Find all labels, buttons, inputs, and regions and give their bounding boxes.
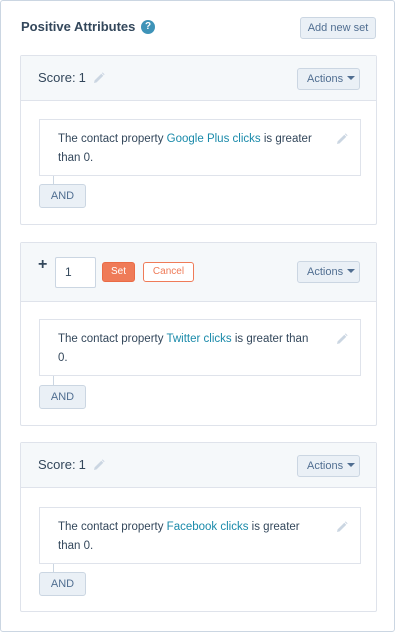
score-input[interactable]: 1 xyxy=(55,257,96,288)
caret-down-icon xyxy=(347,463,356,467)
rule-prefix: The contact property xyxy=(58,521,167,533)
attribute-set-1: Score: 1 Actions The contact property Goo… xyxy=(20,55,377,225)
set-header: Score: 1 Actions xyxy=(21,443,376,488)
attribute-set-2: + 1 Set Cancel Actions The contact prope… xyxy=(20,242,377,426)
cancel-button[interactable]: Cancel xyxy=(143,262,194,282)
rule-connector xyxy=(53,176,54,184)
rule-card: The contact property Google Plus clicks … xyxy=(39,119,361,176)
set-header: Score: 1 Actions xyxy=(21,56,376,101)
property-link[interactable]: Google Plus clicks xyxy=(167,133,261,145)
score-label: Score: xyxy=(38,70,76,85)
add-new-set-button[interactable]: Add new set xyxy=(300,17,376,39)
rule-suffix: . xyxy=(89,152,94,164)
set-button[interactable]: Set xyxy=(102,262,135,282)
rule-card: The contact property Twitter clicks is g… xyxy=(39,319,361,376)
actions-dropdown[interactable]: Actions xyxy=(297,68,360,90)
rule-prefix: The contact property xyxy=(58,333,167,345)
help-icon[interactable]: ? xyxy=(141,20,155,34)
score-display: Score: 1 xyxy=(38,457,106,474)
rule-text: The contact property Facebook clicks is … xyxy=(58,518,318,556)
pencil-icon[interactable] xyxy=(336,132,348,150)
panel-title: Positive Attributes xyxy=(21,19,136,34)
rule-connector xyxy=(53,564,54,572)
rule-prefix: The contact property xyxy=(58,133,167,145)
rule-text: The contact property Twitter clicks is g… xyxy=(58,330,318,368)
caret-down-icon xyxy=(347,76,356,80)
score-value: 1 xyxy=(78,70,86,85)
property-link[interactable]: Facebook clicks xyxy=(167,521,249,533)
rule-suffix: . xyxy=(89,540,94,552)
set-header: + 1 Set Cancel Actions xyxy=(21,243,376,302)
pencil-icon[interactable] xyxy=(336,332,348,350)
pencil-icon[interactable] xyxy=(336,520,348,538)
plus-icon: + xyxy=(38,256,48,273)
actions-dropdown[interactable]: Actions xyxy=(297,455,360,477)
actions-label: Actions xyxy=(307,73,344,85)
actions-label: Actions xyxy=(307,460,344,472)
positive-attributes-panel: Positive Attributes ? Add new set Score:… xyxy=(0,0,395,632)
rule-middle: is greater than xyxy=(231,333,309,345)
attribute-set-3: Score: 1 Actions The contact property Fac… xyxy=(20,442,377,612)
and-button[interactable]: AND xyxy=(39,184,86,208)
and-button[interactable]: AND xyxy=(39,572,86,596)
property-link[interactable]: Twitter clicks xyxy=(166,333,231,345)
actions-dropdown[interactable]: Actions xyxy=(297,261,360,283)
score-value: 1 xyxy=(78,457,86,472)
pencil-icon[interactable] xyxy=(93,72,106,87)
score-display: Score: 1 xyxy=(38,70,106,87)
pencil-icon[interactable] xyxy=(93,459,106,474)
rule-suffix: . xyxy=(64,352,68,364)
caret-down-icon xyxy=(347,269,356,273)
rule-text: The contact property Google Plus clicks … xyxy=(58,130,318,168)
and-button[interactable]: AND xyxy=(39,385,86,409)
score-label: Score: xyxy=(38,457,76,472)
actions-label: Actions xyxy=(307,266,344,278)
rule-card: The contact property Facebook clicks is … xyxy=(39,507,361,564)
panel-header: Positive Attributes ? Add new set xyxy=(21,17,376,39)
rule-connector xyxy=(53,376,54,385)
